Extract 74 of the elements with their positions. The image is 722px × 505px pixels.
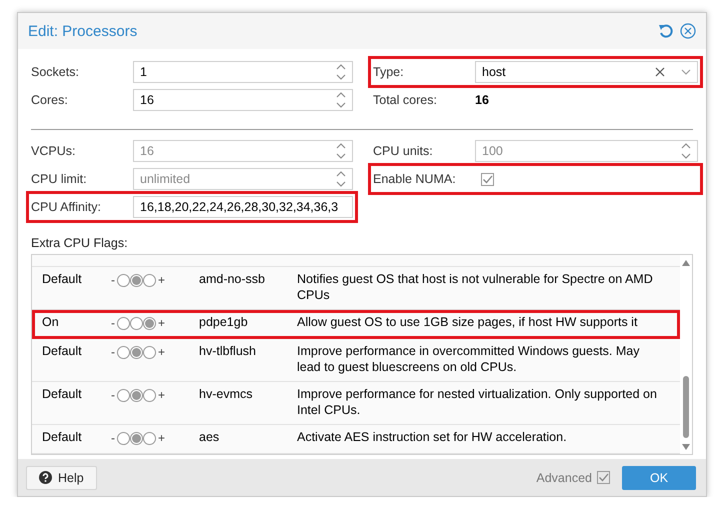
radio-button[interactable] [130, 346, 143, 358]
plus-label: + [157, 431, 166, 445]
radio-button[interactable] [143, 432, 156, 444]
field-label: CPU Affinity: [31, 200, 102, 214]
input-field[interactable]: 16,18,20,22,24,26,28,30,32,34,36,3 [133, 196, 353, 218]
question-icon [39, 471, 52, 484]
flag-description: Activate AES instruction set for HW acceleration. [297, 429, 568, 445]
field-value: 16 [475, 92, 489, 109]
state-text: Default [42, 429, 83, 445]
field-label: Enable NUMA: [373, 172, 457, 186]
flag-name: amd-no-ssb [199, 271, 266, 287]
field-label: CPU units: [373, 144, 434, 158]
flag-description: Allow guest OS to use 1GB size pages, if host HW supports it [297, 314, 638, 330]
spinner-icon[interactable] [336, 63, 346, 81]
close-icon[interactable] [680, 23, 696, 39]
grid-row[interactable]: Default - + amd-no-ssb Notifies guest OS that host is not vulnerable for Spectre on AMD CPUs [32, 267, 680, 310]
field-label: Type: [373, 65, 405, 79]
flag-name: aes [199, 429, 220, 445]
state-text: On [42, 314, 60, 330]
flag-name: hv-tlbflush [199, 343, 257, 359]
checkbox[interactable] [597, 471, 610, 484]
section-label: Extra CPU Flags: [31, 236, 129, 250]
plus-label: + [157, 316, 166, 330]
field-label: Sockets: [31, 65, 80, 79]
scroll-up-icon[interactable] [682, 260, 690, 266]
radio-button[interactable] [117, 346, 130, 358]
radio-button[interactable] [143, 274, 156, 286]
reset-icon[interactable] [658, 23, 674, 39]
field-label: Total cores: [373, 93, 438, 107]
state-text: Default [42, 271, 83, 287]
field-label: Cores: [31, 93, 69, 107]
radio-button[interactable] [143, 346, 156, 358]
radio-button[interactable] [143, 316, 156, 330]
flag-name: hv-evmcs [199, 386, 254, 402]
minus-label: - [110, 316, 116, 330]
caret-icon[interactable] [681, 69, 691, 75]
radio-button[interactable] [143, 388, 156, 402]
flag-name: pdpe1gb [199, 314, 249, 330]
radio-button[interactable] [130, 432, 143, 444]
grid-row[interactable]: Default - + aes Activate AES instruction set for HW acceleration. [32, 425, 680, 454]
plus-label: + [157, 273, 166, 287]
field-label: VCPUs: [31, 144, 76, 158]
radio-button[interactable] [130, 388, 143, 402]
minus-label: - [110, 345, 116, 359]
dropdown-field[interactable]: host [475, 61, 698, 83]
radio-button[interactable] [130, 316, 143, 330]
grid-row[interactable]: Default - + hv-tlbflush Improve performance in overcommitted Windows guests. May lead to guest bluescreens on old CPUs. [32, 339, 680, 382]
help-button[interactable]: Help [26, 466, 97, 490]
scrollbar-thumb[interactable] [683, 376, 689, 438]
advanced-label: Advanced [536, 470, 592, 484]
flag-description: Notifies guest OS that host is not vulnerable for Spectre on AMD CPUs [297, 271, 654, 303]
number-field[interactable]: 1 [133, 61, 353, 83]
radio-button[interactable] [117, 388, 130, 402]
clear-icon[interactable] [655, 67, 665, 77]
grid-row[interactable]: On - + pdpe1gb Allow guest OS to use 1GB size pages, if host HW supports it [32, 310, 680, 339]
grid-row[interactable]: Default - + hv-evmcs Improve performance for nested virtualization. Only supported on Intel CPUs. [32, 382, 680, 425]
state-text: Default [42, 386, 83, 402]
minus-label: - [110, 431, 116, 445]
radio-button[interactable] [117, 274, 130, 286]
radio-button[interactable] [117, 316, 130, 330]
radio-button[interactable] [117, 432, 130, 444]
scroll-down-icon[interactable] [682, 444, 690, 450]
minus-label: - [110, 273, 116, 287]
state-text: Default [42, 343, 83, 359]
number-field[interactable]: 16 [133, 89, 353, 111]
flag-description: Improve performance in overcommitted Windows guests. May lead to guest bluescreens on old CPUs. [297, 343, 640, 375]
radio-button[interactable] [130, 274, 143, 286]
flag-description: Improve performance for nested virtualization. Only supported on Intel CPUs. [297, 386, 658, 418]
minus-label: - [110, 388, 116, 402]
spinner-icon[interactable] [336, 91, 346, 109]
field-label: CPU limit: [31, 172, 88, 186]
plus-label: + [157, 345, 166, 359]
dialog-title: Edit: Processors [28, 22, 138, 40]
plus-label: + [157, 388, 166, 402]
